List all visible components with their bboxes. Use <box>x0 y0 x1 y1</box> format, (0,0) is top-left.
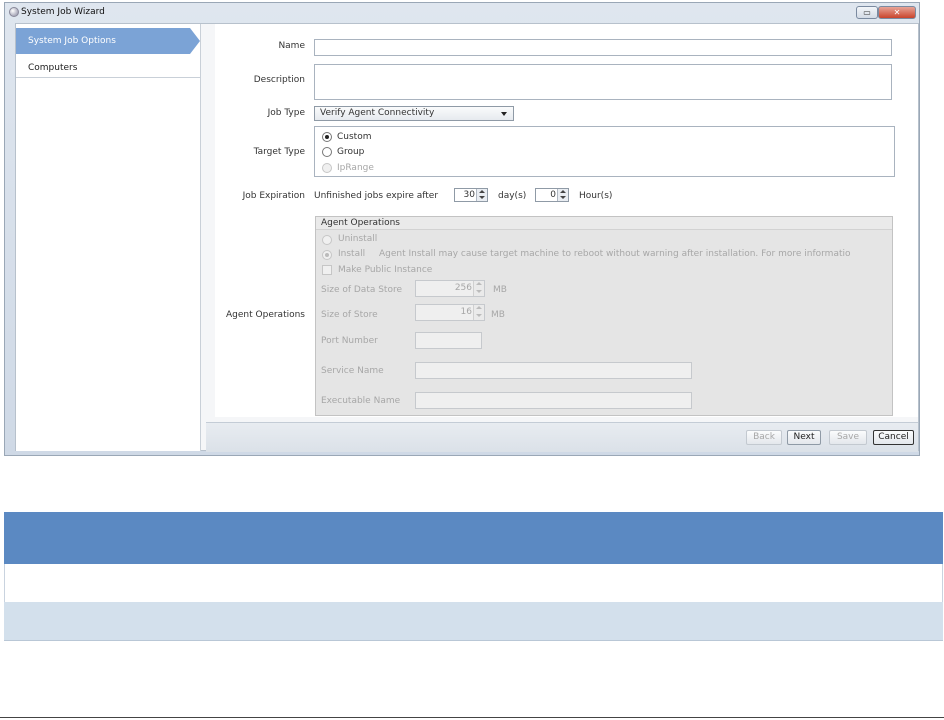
job-type-label: Job Type <box>267 108 305 118</box>
stepper-down-icon[interactable] <box>479 196 485 199</box>
install-radio <box>322 250 332 260</box>
expire-days-stepper[interactable]: 30 <box>454 188 488 202</box>
target-iprange-label: IpRange <box>337 163 374 173</box>
target-custom-label: Custom <box>337 132 372 142</box>
next-button[interactable]: Next <box>787 430 821 445</box>
wizard-footer: Back Next Save Cancel <box>206 422 918 452</box>
executable-name-input <box>415 392 692 409</box>
name-input[interactable] <box>314 39 892 56</box>
store-label: Size of Store <box>321 310 378 320</box>
title-bar: System Job Wizard ▭ ✕ <box>5 3 919 23</box>
stepper-down-icon[interactable] <box>560 196 566 199</box>
description-label: Description <box>253 75 305 85</box>
table-row <box>4 564 943 602</box>
sidebar-divider <box>16 77 200 78</box>
days-unit: day(s) <box>498 191 527 201</box>
data-store-unit: MB <box>493 285 507 295</box>
store-value: 16 <box>460 307 472 317</box>
description-input[interactable] <box>314 64 892 100</box>
port-input <box>415 332 482 349</box>
make-public-label: Make Public Instance <box>338 265 433 275</box>
expire-days-value: 30 <box>463 190 475 200</box>
target-custom-radio[interactable] <box>322 132 332 142</box>
data-store-stepper: 256 <box>415 280 485 297</box>
expire-prefix: Unfinished jobs expire after <box>314 191 439 201</box>
options-form: Name Description Job Type Verify Agent C… <box>215 24 918 417</box>
back-button[interactable]: Back <box>746 430 782 445</box>
stepper-down-icon <box>476 314 482 317</box>
window-title: System Job Wizard <box>21 7 105 17</box>
wizard-content: System Job Options Computers Name Descri… <box>15 23 919 452</box>
target-iprange-radio <box>322 163 332 173</box>
target-type-label: Target Type <box>253 147 305 157</box>
make-public-checkbox <box>322 265 332 275</box>
stepper-up-icon <box>476 306 482 309</box>
job-expiration-label: Job Expiration <box>242 191 305 201</box>
store-stepper: 16 <box>415 304 485 321</box>
target-group-label: Group <box>337 147 365 157</box>
save-button[interactable]: Save <box>829 430 867 445</box>
target-type-group: Custom Group IpRange <box>314 126 895 177</box>
close-button[interactable]: ✕ <box>878 6 916 19</box>
job-type-value: Verify Agent Connectivity <box>320 108 435 118</box>
job-type-select[interactable]: Verify Agent Connectivity <box>314 106 514 121</box>
stepper-up-icon[interactable] <box>560 190 566 193</box>
stepper-up-icon <box>476 282 482 285</box>
name-label: Name <box>278 41 305 51</box>
store-unit: MB <box>491 310 505 320</box>
app-icon <box>9 7 19 17</box>
uninstall-label: Uninstall <box>338 234 378 244</box>
minimize-button[interactable]: ▭ <box>856 6 878 19</box>
data-store-label: Size of Data Store <box>321 285 403 295</box>
agent-operations-label: Agent Operations <box>226 310 305 320</box>
table-row <box>4 602 943 641</box>
uninstall-radio <box>322 235 332 245</box>
sidebar-item-system-job-options[interactable]: System Job Options <box>16 28 200 54</box>
agent-operations-header: Agent Operations <box>321 218 400 228</box>
table-header <box>4 512 943 564</box>
install-warning-text: Agent Install may cause target machine t… <box>379 249 851 259</box>
target-group-radio[interactable] <box>322 147 332 157</box>
port-label: Port Number <box>321 336 378 346</box>
wizard-sidebar: System Job Options Computers <box>16 24 201 451</box>
expire-hours-stepper[interactable]: 0 <box>535 188 569 202</box>
wizard-window: System Job Wizard ▭ ✕ System Job Options… <box>4 2 920 456</box>
expire-hours-value: 0 <box>550 190 556 200</box>
agent-operations-panel: Agent Operations Uninstall Install Agent… <box>315 216 893 416</box>
bottom-divider <box>0 717 944 718</box>
service-name-input <box>415 362 692 379</box>
chevron-down-icon <box>501 112 507 116</box>
service-name-label: Service Name <box>321 366 384 376</box>
cancel-button[interactable]: Cancel <box>873 430 914 445</box>
executable-name-label: Executable Name <box>321 396 401 406</box>
stepper-down-icon <box>476 290 482 293</box>
hours-unit: Hour(s) <box>579 191 613 201</box>
stepper-up-icon[interactable] <box>479 190 485 193</box>
install-label: Install <box>338 249 366 259</box>
data-store-value: 256 <box>454 283 472 293</box>
